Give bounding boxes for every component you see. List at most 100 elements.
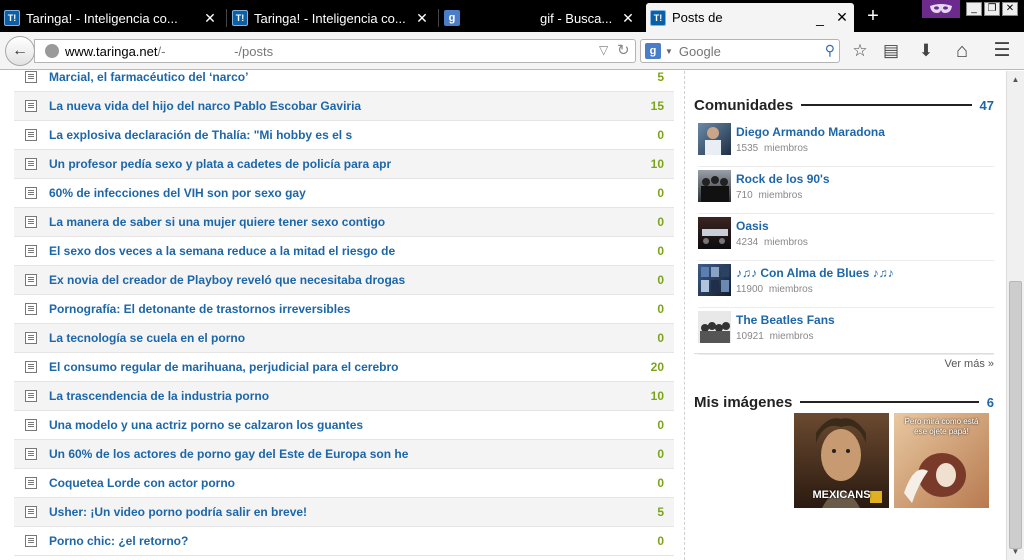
post-title-link[interactable]: El sexo dos veces a la semana reduce a l… bbox=[49, 244, 634, 258]
tab-taringa-2[interactable]: T! Taringa! - Inteligencia co... ✕ bbox=[228, 4, 434, 32]
tab-google[interactable]: g bbox=[440, 4, 480, 32]
post-row[interactable]: Ex novia del creador de Playboy reveló q… bbox=[14, 266, 674, 295]
post-title-link[interactable]: Porno chic: ¿el retorno? bbox=[49, 534, 634, 548]
post-title-link[interactable]: Usher: ¡Un video porno podría salir en b… bbox=[49, 505, 634, 519]
community-thumbnail[interactable] bbox=[698, 264, 731, 296]
post-points: 0 bbox=[657, 331, 664, 345]
community-members: 710 miembros bbox=[736, 190, 803, 201]
post-row[interactable]: La trascendencia de la industria porno 10 bbox=[14, 382, 674, 411]
post-row[interactable]: Marcial, el farmacéutico del ‘narco’ 5 bbox=[14, 71, 674, 92]
community-item[interactable]: Rock de los 90's 710 miembros bbox=[698, 170, 994, 214]
search-bar[interactable]: g ▼ ⚲ bbox=[640, 39, 840, 63]
post-row[interactable]: El consumo regular de marihuana, perjudi… bbox=[14, 353, 674, 382]
engine-dropdown-icon[interactable]: ▼ bbox=[665, 47, 673, 56]
close-tab-icon[interactable]: ✕ bbox=[202, 10, 218, 27]
communities-count[interactable]: 47 bbox=[980, 98, 994, 113]
post-title-link[interactable]: La nueva vida del hijo del narco Pablo E… bbox=[49, 99, 634, 113]
community-thumbnail[interactable] bbox=[698, 170, 731, 202]
post-title-link[interactable]: 60% de infecciones del VIH son por sexo … bbox=[49, 186, 634, 200]
tab-posts-active[interactable]: T! Posts de _ ✕ bbox=[646, 3, 854, 32]
post-points: 0 bbox=[657, 215, 664, 229]
post-title-link[interactable]: La explosiva declaración de Thalía: "Mi … bbox=[49, 128, 634, 142]
post-row[interactable]: Porno chic: ¿el retorno? 0 bbox=[14, 527, 674, 556]
url-host: www.taringa.net bbox=[65, 43, 158, 59]
image-thumbnail-cartoon[interactable]: Pero mirá como está ese ojete papá! bbox=[894, 413, 989, 508]
community-item[interactable]: Oasis 4234 miembros bbox=[698, 217, 994, 261]
post-title-link[interactable]: La manera de saber si una mujer quiere t… bbox=[49, 215, 634, 229]
images-count[interactable]: 6 bbox=[987, 395, 994, 410]
tab-taringa-1[interactable]: T! Taringa! - Inteligencia co... ✕ bbox=[0, 4, 222, 32]
post-title-link[interactable]: Ex novia del creador de Playboy reveló q… bbox=[49, 273, 634, 287]
post-row[interactable]: Usher: ¡Un video porno podría salir en b… bbox=[14, 498, 674, 527]
google-favicon-icon: g bbox=[444, 10, 460, 26]
community-name[interactable]: Oasis bbox=[736, 219, 769, 233]
post-row[interactable]: 60% de infecciones del VIH son por sexo … bbox=[14, 179, 674, 208]
post-row[interactable]: Pornografía: El detonante de trastornos … bbox=[14, 295, 674, 324]
post-title-link[interactable]: La tecnología se cuela en el porno bbox=[49, 331, 634, 345]
bookmark-star-icon[interactable]: ☆ bbox=[849, 41, 871, 63]
image-thumbnail-aliens[interactable]: MEXICANS bbox=[794, 413, 889, 508]
post-row[interactable]: La tecnología se cuela en el porno 0 bbox=[14, 324, 674, 353]
search-icon[interactable]: ⚲ bbox=[825, 42, 835, 59]
post-row[interactable]: Coquetea Lorde con actor porno 0 bbox=[14, 469, 674, 498]
post-document-icon bbox=[25, 477, 37, 489]
scroll-down-arrow-icon[interactable]: ▼ bbox=[1007, 543, 1024, 560]
community-item[interactable]: The Beatles Fans 10921 miembros bbox=[698, 311, 994, 355]
community-thumbnail[interactable] bbox=[698, 123, 731, 155]
back-button[interactable]: ← bbox=[5, 36, 35, 66]
post-row[interactable]: Un profesor pedía sexo y plata a cadetes… bbox=[14, 150, 674, 179]
post-row[interactable]: El sexo dos veces a la semana reduce a l… bbox=[14, 237, 674, 266]
community-thumbnail[interactable] bbox=[698, 217, 731, 249]
post-title-link[interactable]: Marcial, el farmacéutico del ‘narco’ bbox=[49, 71, 634, 84]
images-header: Mis imágenes 6 bbox=[694, 390, 994, 414]
close-tab-icon[interactable]: ✕ bbox=[414, 10, 430, 27]
post-row[interactable]: La nueva vida del hijo del narco Pablo E… bbox=[14, 92, 674, 121]
reload-icon[interactable]: ↻ bbox=[617, 41, 630, 59]
minimize-window-button[interactable]: _ bbox=[966, 2, 982, 16]
menu-icon[interactable]: ☰ bbox=[991, 41, 1013, 63]
address-bar[interactable]: www.taringa.net /- -/posts ▽ ↻ bbox=[34, 39, 636, 63]
home-icon[interactable]: ⌂ bbox=[951, 41, 973, 63]
see-more-link[interactable]: Ver más » bbox=[694, 353, 994, 370]
community-item[interactable]: Diego Armando Maradona 1535 miembros bbox=[698, 123, 994, 167]
post-document-icon bbox=[25, 129, 37, 141]
post-document-icon bbox=[25, 100, 37, 112]
post-title-link[interactable]: Una modelo y una actriz porno se calzaro… bbox=[49, 418, 634, 432]
post-row[interactable]: La explosiva declaración de Thalía: "Mi … bbox=[14, 121, 674, 150]
community-name[interactable]: Rock de los 90's bbox=[736, 172, 830, 186]
post-points: 5 bbox=[657, 505, 664, 519]
close-window-button[interactable]: ✕ bbox=[1002, 2, 1018, 16]
url-dropdown-icon[interactable]: ▽ bbox=[599, 43, 608, 57]
minimize-tab-icon[interactable]: _ bbox=[810, 10, 830, 26]
post-title-link[interactable]: La trascendencia de la industria porno bbox=[49, 389, 634, 403]
search-input[interactable] bbox=[678, 43, 819, 59]
post-row[interactable]: La manera de saber si una mujer quiere t… bbox=[14, 208, 674, 237]
maximize-window-button[interactable]: ❐ bbox=[984, 2, 1000, 16]
download-icon[interactable]: ⬇ bbox=[915, 41, 937, 63]
google-engine-icon[interactable]: g bbox=[645, 43, 661, 59]
post-document-icon bbox=[25, 274, 37, 286]
close-tab-icon[interactable]: ✕ bbox=[620, 10, 636, 27]
post-title-link[interactable]: Pornografía: El detonante de trastornos … bbox=[49, 302, 634, 316]
scroll-up-arrow-icon[interactable]: ▲ bbox=[1007, 71, 1024, 88]
post-title-link[interactable]: Coquetea Lorde con actor porno bbox=[49, 476, 634, 490]
community-name[interactable]: The Beatles Fans bbox=[736, 313, 835, 327]
post-title-link[interactable]: El consumo regular de marihuana, perjudi… bbox=[49, 360, 634, 374]
community-name[interactable]: Diego Armando Maradona bbox=[736, 125, 885, 139]
post-points: 0 bbox=[657, 476, 664, 490]
close-tab-icon[interactable]: ✕ bbox=[834, 9, 850, 26]
globe-icon bbox=[45, 44, 59, 58]
community-thumbnail[interactable] bbox=[698, 311, 731, 343]
reader-view-icon[interactable]: ▤ bbox=[880, 41, 902, 63]
vertical-scrollbar[interactable]: ▲ ▼ bbox=[1006, 71, 1024, 560]
scrollbar-thumb[interactable] bbox=[1009, 281, 1022, 549]
tab-gif-search[interactable]: gif - Busca... ✕ bbox=[540, 4, 640, 32]
post-points: 10 bbox=[650, 389, 664, 403]
community-name[interactable]: ♪♫♪ Con Alma de Blues ♪♫♪ bbox=[736, 266, 894, 280]
new-tab-button[interactable]: + bbox=[862, 4, 884, 30]
community-item[interactable]: ♪♫♪ Con Alma de Blues ♪♫♪ 11900 miembros bbox=[698, 264, 994, 308]
post-title-link[interactable]: Un profesor pedía sexo y plata a cadetes… bbox=[49, 157, 634, 171]
post-row[interactable]: Una modelo y una actriz porno se calzaro… bbox=[14, 411, 674, 440]
post-row[interactable]: Un 60% de los actores de porno gay del E… bbox=[14, 440, 674, 469]
post-title-link[interactable]: Un 60% de los actores de porno gay del E… bbox=[49, 447, 634, 461]
